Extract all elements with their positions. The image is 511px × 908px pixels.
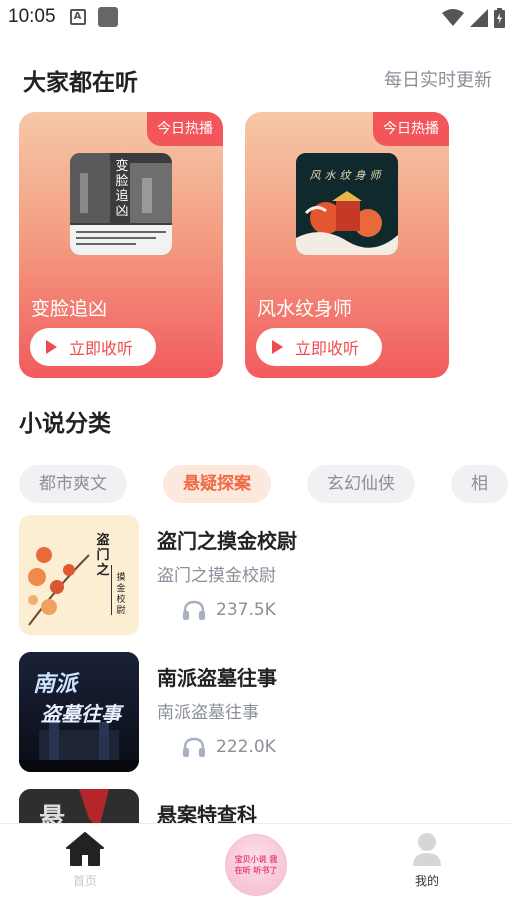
hot-badge: 今日热播 — [373, 112, 449, 146]
tab-category-active[interactable]: 悬疑探案 — [163, 465, 271, 503]
cover-subtitle-text: 摸金校尉 — [116, 573, 126, 616]
book-author: 南派盗墓往事 — [157, 703, 259, 723]
book-cover: 变脸追凶 — [70, 153, 172, 255]
book-list-item[interactable]: 南派 盗墓往事 南派盗墓往事 南派盗墓往事 222.0K — [19, 652, 489, 774]
hot-card[interactable]: 今日热播 变脸追凶 变脸追凶 立即收听 — [19, 112, 223, 378]
headphones-icon — [183, 600, 205, 620]
cover-title-text: 变脸追凶 — [115, 159, 129, 219]
listen-count: 237.5K — [216, 600, 276, 620]
listen-count: 222.0K — [216, 737, 276, 757]
category-section-title: 小说分类 — [19, 411, 111, 437]
listen-now-button[interactable]: 立即收听 — [30, 328, 156, 366]
card-title: 变脸追凶 — [31, 298, 108, 320]
hot-badge: 今日热播 — [147, 112, 223, 146]
signal-icon — [470, 9, 488, 27]
listen-label: 立即收听 — [69, 339, 134, 358]
book-list-item[interactable]: 盗门之 摸金校尉 盗门之摸金校尉 盗门之摸金校尉 237.5K — [19, 515, 489, 637]
book-stats: 237.5K — [182, 600, 276, 620]
nav-home-label: 首页 — [72, 874, 97, 888]
cover-title-text: 盗门之 — [96, 533, 110, 578]
update-subtitle: 每日实时更新 — [384, 70, 492, 91]
book-cover: 盗门之 摸金校尉 — [19, 515, 139, 635]
nav-home[interactable]: 首页 — [58, 832, 112, 889]
book-cover: 风水纹身师 — [296, 153, 398, 255]
status-bar: 10:05 A — [0, 0, 511, 34]
status-indicators — [442, 8, 505, 28]
nav-center-text: 宝贝小说 我在听 听书了 — [234, 855, 278, 875]
cover-subtitle-text: 盗墓往事 — [41, 702, 121, 726]
card-title: 风水纹身师 — [257, 298, 353, 320]
book-title: 盗门之摸金校尉 — [157, 529, 297, 553]
app-notification-icon — [97, 7, 118, 27]
nav-mine-label: 我的 — [414, 874, 439, 888]
notification-icon: A — [69, 9, 86, 25]
hot-card[interactable]: 今日热播 风水纹身师 风水纹身师 立即收听 — [245, 112, 449, 378]
battery-icon — [494, 8, 505, 28]
tab-category[interactable]: 玄幻仙侠 — [307, 465, 415, 503]
book-stats: 222.0K — [182, 737, 276, 757]
headphones-icon — [183, 737, 205, 757]
book-author: 盗门之摸金校尉 — [157, 566, 276, 586]
cover-title-text: 南派 — [33, 672, 78, 697]
user-icon — [413, 833, 441, 866]
status-time: 10:05 — [8, 6, 56, 27]
nav-center-player[interactable]: 宝贝小说 我在听 听书了 — [225, 834, 287, 896]
cover-title-text: 风水纹身师 — [309, 169, 385, 182]
play-icon — [46, 340, 57, 354]
nav-mine[interactable]: 我的 — [400, 832, 454, 889]
book-cover: 南派 盗墓往事 — [19, 652, 139, 772]
listen-now-button[interactable]: 立即收听 — [256, 328, 382, 366]
wifi-icon — [442, 9, 464, 26]
home-icon — [66, 832, 104, 866]
page-section-title: 大家都在听 — [23, 70, 138, 96]
bottom-navigation: 首页 宝贝小说 我在听 听书了 我的 — [0, 823, 511, 908]
play-icon — [272, 340, 283, 354]
tab-category[interactable]: 都市爽文 — [19, 465, 127, 503]
tab-category[interactable]: 相 — [451, 465, 508, 503]
book-title: 南派盗墓往事 — [157, 666, 277, 690]
category-tabs: 都市爽文 悬疑探案 玄幻仙侠 相 — [19, 465, 508, 503]
listen-label: 立即收听 — [295, 339, 360, 358]
